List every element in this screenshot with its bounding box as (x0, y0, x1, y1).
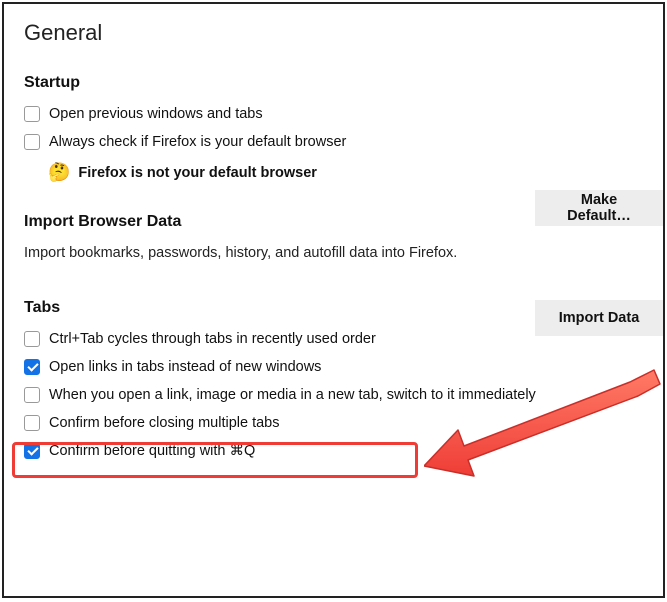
checkbox-open-links[interactable] (24, 359, 40, 375)
row-switch-immediately[interactable]: When you open a link, image or media in … (24, 387, 663, 403)
row-open-previous[interactable]: Open previous windows and tabs (24, 106, 663, 122)
import-data-button[interactable]: Import Data (535, 300, 663, 336)
checkbox-always-check[interactable] (24, 134, 40, 150)
checkbox-open-previous[interactable] (24, 106, 40, 122)
status-text: Firefox is not your default browser (78, 165, 316, 181)
label-open-previous: Open previous windows and tabs (49, 106, 263, 122)
label-always-check: Always check if Firefox is your default … (49, 134, 346, 150)
label-switch-immediately: When you open a link, image or media in … (49, 387, 536, 403)
default-browser-status: 🤔 Firefox is not your default browser (24, 162, 663, 183)
row-confirm-quit[interactable]: Confirm before quitting with ⌘Q (24, 443, 663, 459)
section-startup-title: Startup (24, 74, 663, 92)
label-open-links: Open links in tabs instead of new window… (49, 359, 321, 375)
checkbox-confirm-close[interactable] (24, 415, 40, 431)
row-open-links[interactable]: Open links in tabs instead of new window… (24, 359, 663, 375)
thinking-face-icon: 🤔 (48, 162, 70, 183)
label-confirm-quit: Confirm before quitting with ⌘Q (49, 443, 255, 459)
label-confirm-close: Confirm before closing multiple tabs (49, 415, 280, 431)
checkbox-confirm-quit[interactable] (24, 443, 40, 459)
row-confirm-close[interactable]: Confirm before closing multiple tabs (24, 415, 663, 431)
page-title: General (24, 20, 663, 46)
checkbox-switch-immediately[interactable] (24, 387, 40, 403)
import-description: Import bookmarks, passwords, history, an… (24, 245, 663, 261)
checkbox-ctrl-tab[interactable] (24, 331, 40, 347)
settings-panel: General Startup Open previous windows an… (2, 2, 665, 598)
label-ctrl-tab: Ctrl+Tab cycles through tabs in recently… (49, 331, 376, 347)
row-always-check[interactable]: Always check if Firefox is your default … (24, 134, 663, 150)
make-default-button[interactable]: Make Default… (535, 190, 663, 226)
